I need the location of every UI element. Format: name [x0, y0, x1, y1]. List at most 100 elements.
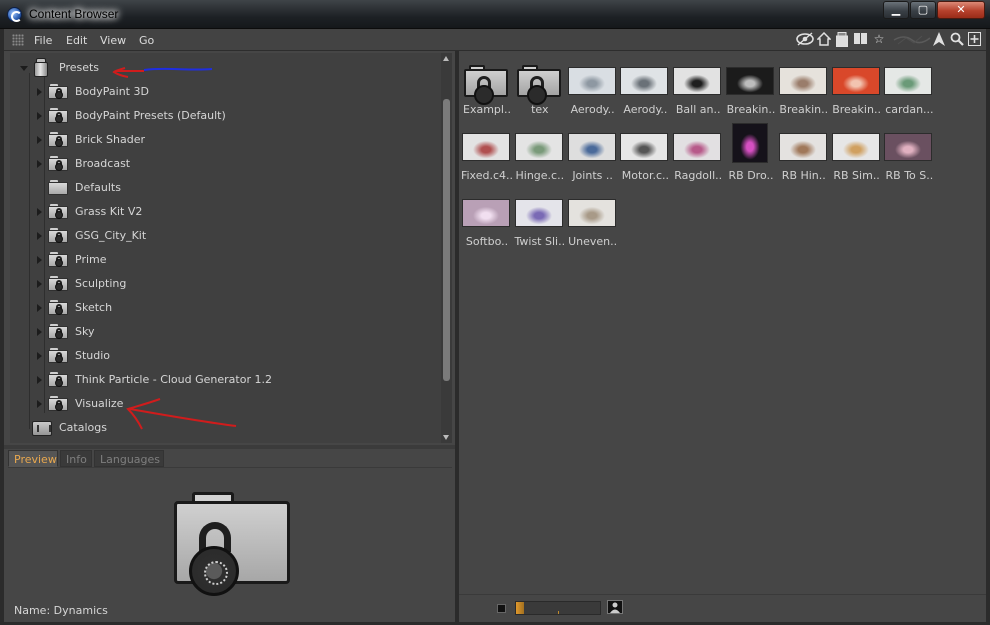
locked-folder-icon	[48, 156, 68, 171]
tab-languages[interactable]: Languages	[94, 450, 164, 467]
maximize-button[interactable]: ▢	[910, 1, 936, 19]
expand-arrow-icon[interactable]	[37, 328, 42, 336]
collapse-arrow-icon[interactable]	[20, 66, 28, 71]
tree-item-label: Grass Kit V2	[75, 205, 143, 218]
expand-arrow-icon[interactable]	[37, 256, 42, 264]
search-icon[interactable]	[950, 32, 964, 47]
menu-edit[interactable]: Edit	[66, 34, 87, 47]
tree-item-studio[interactable]: Studio	[10, 344, 440, 368]
tree-item-prime[interactable]: Prime	[10, 248, 440, 272]
folder-icon	[48, 180, 68, 195]
grid-folder-item[interactable]: Exampl..	[462, 65, 512, 125]
expand-arrow-icon[interactable]	[37, 280, 42, 288]
scroll-thumb[interactable]	[443, 99, 450, 381]
large-thumb-icon[interactable]	[607, 600, 623, 614]
expand-arrow-icon[interactable]	[37, 208, 42, 216]
tab-preview[interactable]: Preview	[8, 450, 58, 467]
expand-arrow-icon[interactable]	[37, 304, 42, 312]
tree-scrollbar[interactable]	[441, 53, 452, 443]
menu-view[interactable]: View	[100, 34, 126, 47]
expand-arrow-icon[interactable]	[37, 400, 42, 408]
grid-scene-item[interactable]: RB Sim..	[831, 133, 882, 191]
scene-thumbnail	[567, 67, 616, 95]
expand-arrow-icon[interactable]	[37, 136, 42, 144]
expand-arrow-icon[interactable]	[37, 352, 42, 360]
panel-splitter[interactable]	[4, 445, 455, 449]
star-icon[interactable]: ☆	[873, 32, 885, 47]
grid-scene-item[interactable]: Aerody..	[620, 67, 670, 125]
grid-item-caption: cardan...	[885, 103, 934, 116]
tree-item-sky[interactable]: Sky	[10, 320, 440, 344]
expand-arrow-icon[interactable]	[37, 232, 42, 240]
grid-scene-item[interactable]: Fixed.c4..	[461, 133, 513, 191]
tree-item-bodypaint-3d[interactable]: BodyPaint 3D	[10, 80, 440, 104]
expand-arrow-icon[interactable]	[37, 88, 42, 96]
tree-item-presets[interactable]: Presets	[10, 56, 440, 80]
add-icon[interactable]	[968, 32, 981, 47]
expand-arrow-icon[interactable]	[37, 112, 42, 120]
locked-folder-icon	[48, 372, 68, 387]
scroll-up-icon[interactable]	[443, 56, 449, 61]
grid-scene-item[interactable]: Softbo..	[462, 199, 512, 257]
grid-scene-item[interactable]: RB Hin..	[778, 133, 829, 191]
locked-folder-icon	[174, 492, 290, 596]
grid-scene-item[interactable]: Aerody..	[567, 67, 618, 125]
content-grid[interactable]: Exampl.. tex Aerody.. Aerody.. Ball an.. Brea…	[459, 53, 986, 591]
home-icon[interactable]	[816, 31, 832, 47]
grid-item-caption: Breakin..	[779, 103, 829, 116]
grid-scene-item[interactable]: Breakin..	[726, 67, 776, 125]
preset-tree[interactable]: Presets BodyPaint 3D BodyPaint Presets (…	[10, 53, 442, 443]
tree-item-defaults[interactable]: Defaults	[10, 176, 440, 200]
scroll-down-icon[interactable]	[443, 435, 449, 440]
grid-scene-item[interactable]: RB To S..	[884, 133, 934, 191]
tree-item-bodypaint-presets[interactable]: BodyPaint Presets (Default)	[10, 104, 440, 128]
menu-go[interactable]: Go	[139, 34, 154, 47]
grip-icon[interactable]	[12, 34, 24, 46]
tab-info[interactable]: Info	[60, 450, 92, 467]
tree-item-sculpting[interactable]: Sculpting	[10, 272, 440, 296]
grid-scene-item[interactable]: Twist Sli..	[515, 199, 565, 257]
grid-scene-item[interactable]: Ball an..	[673, 67, 723, 125]
grid-scene-item[interactable]: Breakin..	[831, 67, 882, 125]
expand-arrow-icon[interactable]	[37, 160, 42, 168]
eye-icon[interactable]	[796, 32, 814, 47]
close-button[interactable]: ✕	[937, 1, 985, 19]
thumbnail-size-slider[interactable]	[515, 601, 601, 615]
grid-scene-item[interactable]: Uneven..	[567, 199, 618, 257]
minimize-button[interactable]: ▁	[883, 1, 909, 19]
slider-fill	[516, 602, 524, 614]
tree-item-brick-shader[interactable]: Brick Shader	[10, 128, 440, 152]
tree-bg-icon	[892, 32, 932, 47]
tree-item-label: BodyPaint Presets (Default)	[75, 109, 226, 122]
grid-scene-item[interactable]: Hinge.c..	[514, 133, 565, 191]
book-icon[interactable]	[853, 32, 868, 47]
grid-scene-item[interactable]: Motor.c..	[620, 133, 670, 191]
tree-item-broadcast[interactable]: Broadcast	[10, 152, 440, 176]
scene-thumbnail	[726, 67, 774, 95]
grid-scene-item[interactable]: Ragdoll..	[673, 133, 723, 191]
tree-item-visualize[interactable]: Visualize	[10, 392, 440, 416]
grid-scene-item[interactable]: Joints ..	[567, 133, 618, 191]
tree-item-gsg-city-kit[interactable]: GSG_City_Kit	[10, 224, 440, 248]
tree-item-label: Brick Shader	[75, 133, 146, 146]
grid-scene-item[interactable]: cardan...	[884, 67, 934, 125]
scene-thumbnail	[567, 133, 616, 161]
tree-item-label: Broadcast	[75, 157, 131, 170]
left-panel: Presets BodyPaint 3D BodyPaint Presets (…	[4, 51, 455, 622]
tree-item-catalogs[interactable]: Catalogs	[10, 416, 440, 440]
grid-item-caption: Aerody..	[570, 103, 615, 116]
arrow-icon[interactable]	[933, 32, 945, 47]
name-value: Dynamics	[53, 604, 108, 617]
grid-scene-item[interactable]: Breakin..	[778, 67, 829, 125]
tree-item-label: BodyPaint 3D	[75, 85, 149, 98]
expand-arrow-icon[interactable]	[37, 376, 42, 384]
preview-panel: Name: Dynamics	[8, 467, 452, 620]
small-thumb-icon[interactable]	[497, 604, 506, 613]
tree-item-sketch[interactable]: Sketch	[10, 296, 440, 320]
tree-item-grass-kit[interactable]: Grass Kit V2	[10, 200, 440, 224]
grid-scene-item[interactable]: RB Dro..	[726, 123, 776, 191]
presets-icon[interactable]	[836, 32, 848, 47]
grid-folder-item[interactable]: tex	[515, 65, 565, 125]
menu-file[interactable]: File	[34, 34, 52, 47]
tree-item-think-particle[interactable]: Think Particle - Cloud Generator 1.2	[10, 368, 440, 392]
